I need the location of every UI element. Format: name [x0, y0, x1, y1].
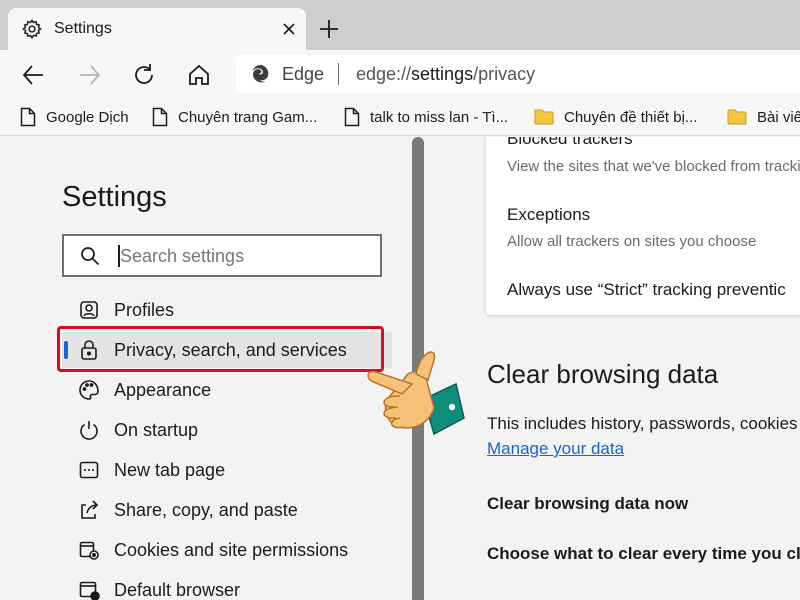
- page-title: Settings: [62, 181, 167, 213]
- palette-icon: [79, 380, 99, 400]
- sidebar-item-cookies[interactable]: Cookies and site permissions: [62, 532, 392, 568]
- exceptions-subtitle: Allow all trackers on sites you choose: [507, 233, 757, 250]
- favorite-label: Chuyên đề thiết bị...: [564, 108, 698, 126]
- close-icon[interactable]: [280, 20, 298, 38]
- favorites-bar: Google Dịch Chuyên trang Gam... talk to …: [0, 98, 800, 136]
- address-divider: [338, 63, 339, 85]
- exceptions-title[interactable]: Exceptions: [507, 205, 590, 225]
- edge-brand-label: Edge: [282, 64, 325, 84]
- power-icon: [80, 421, 98, 440]
- clear-browsing-now[interactable]: Clear browsing data now: [487, 494, 688, 514]
- highlight-outline: [57, 326, 384, 372]
- sidebar-item-appearance[interactable]: Appearance: [62, 372, 392, 408]
- sidebar-item-label: Default browser: [114, 580, 241, 600]
- clear-browsing-description: This includes history, passwords, cookie…: [487, 414, 798, 433]
- favorite-item-google-dich[interactable]: Google Dịch: [20, 105, 129, 129]
- share-icon: [81, 500, 99, 519]
- address-bar[interactable]: Edge edge://settings/privacy: [236, 55, 800, 93]
- url-text[interactable]: edge://settings/privacy: [356, 64, 535, 85]
- cookies-icon: [79, 541, 99, 560]
- blocked-trackers-title[interactable]: Blocked trackers: [507, 137, 633, 149]
- favorite-label: talk to miss lan - Tì...: [370, 108, 509, 126]
- sidebar-item-default-browser[interactable]: Default browser: [62, 572, 392, 600]
- sidebar-item-profiles[interactable]: Profiles: [62, 292, 392, 328]
- sidebar-item-label: Appearance: [114, 380, 212, 400]
- new-tab-page-icon: [79, 461, 99, 479]
- search-input[interactable]: [120, 242, 360, 270]
- manage-your-data-link[interactable]: Manage your data: [487, 439, 624, 459]
- profile-icon: [80, 301, 98, 319]
- blocked-trackers-subtitle: View the sites that we've blocked from t…: [507, 158, 800, 175]
- sidebar-item-label: Share, copy, and paste: [114, 500, 298, 520]
- tab-strip: Settings: [0, 0, 800, 50]
- favorite-item-bai-viet[interactable]: Bài viế: [727, 105, 800, 129]
- page-icon: [152, 107, 168, 127]
- tab-title: Settings: [54, 20, 112, 37]
- gear-icon: [21, 18, 42, 40]
- page-icon: [344, 107, 360, 127]
- edge-logo-icon: [252, 64, 269, 83]
- favorite-label: Google Dịch: [46, 108, 129, 126]
- favorite-label: Chuyên trang Gam...: [178, 108, 318, 126]
- favorite-item-talk-to-miss-lan[interactable]: talk to miss lan - Tì...: [344, 105, 508, 129]
- folder-icon: [727, 109, 747, 125]
- tracking-prevention-card: Blocked trackers View the sites that we'…: [486, 137, 800, 315]
- home-icon[interactable]: [186, 62, 212, 88]
- page-icon: [20, 107, 36, 127]
- sidebar-item-label: New tab page: [114, 460, 226, 480]
- sidebar-item-label: Cookies and site permissions: [114, 540, 349, 560]
- choose-what-to-clear[interactable]: Choose what to clear every time you clo: [487, 544, 800, 564]
- favorite-label: Bài viế: [757, 108, 800, 126]
- pointing-hand-icon: [367, 351, 465, 436]
- sidebar-item-on-startup[interactable]: On startup: [62, 412, 392, 448]
- forward-arrow-icon[interactable]: [77, 62, 103, 88]
- sidebar-item-new-tab-page[interactable]: New tab page: [62, 452, 392, 488]
- strict-tracking-title[interactable]: Always use “Strict” tracking preventic: [507, 280, 786, 300]
- default-browser-icon: [79, 581, 100, 600]
- tab-settings[interactable]: Settings: [8, 8, 306, 50]
- sidebar-item-label: On startup: [114, 420, 199, 440]
- main-content: Blocked trackers View the sites that we'…: [424, 137, 800, 600]
- plus-icon[interactable]: [318, 18, 340, 40]
- toolbar: Edge edge://settings/privacy: [0, 50, 800, 98]
- sidebar-item-share-copy-paste[interactable]: Share, copy, and paste: [62, 492, 392, 528]
- folder-icon: [534, 109, 554, 125]
- settings-sidebar: Settings Profiles Privacy, search, and s…: [0, 137, 412, 600]
- sidebar-item-label: Profiles: [114, 300, 175, 320]
- refresh-icon[interactable]: [131, 62, 157, 88]
- search-settings-field[interactable]: [62, 234, 382, 277]
- favorite-item-chuyen-trang-game[interactable]: Chuyên trang Gam...: [152, 105, 317, 129]
- favorite-item-chuyen-de-thiet-bi[interactable]: Chuyên đề thiết bị...: [534, 105, 697, 129]
- back-arrow-icon[interactable]: [20, 62, 46, 88]
- search-icon: [81, 247, 100, 266]
- clear-browsing-heading: Clear browsing data: [487, 359, 719, 389]
